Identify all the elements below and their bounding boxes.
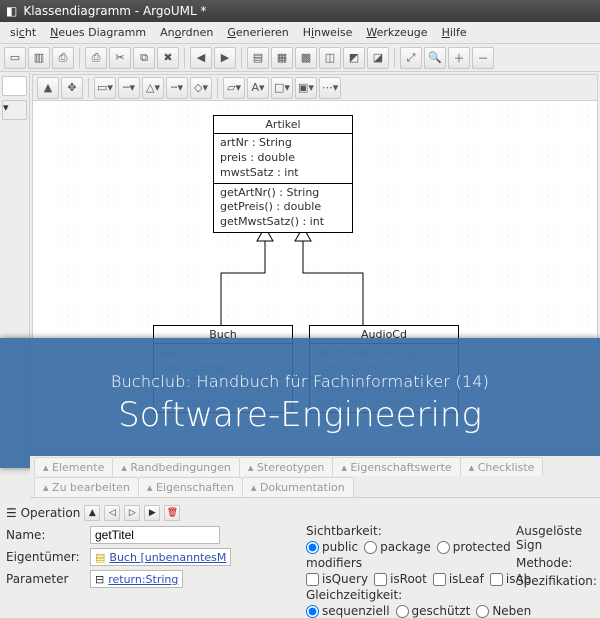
tab-zu-bearbeiten[interactable]: ▴ Zu bearbeiten xyxy=(34,477,139,497)
name-label: Name: xyxy=(6,528,86,542)
tool-gen-icon[interactable]: △▾ xyxy=(142,77,164,99)
spec-label: Spezifikation: xyxy=(516,574,597,588)
operation-label: Operation xyxy=(21,506,81,520)
parameter-label: Parameter xyxy=(6,572,86,586)
radio-prot[interactable]: geschützt xyxy=(396,604,471,618)
delete-icon[interactable]: 🗑 xyxy=(164,505,180,521)
tab-stereotypen[interactable]: ▴ Stereotypen xyxy=(239,457,333,477)
uml-class-ops: getArtNr() : String getPreis() : double … xyxy=(214,184,352,233)
owner-field[interactable]: ▤ Buch [unbenanntesM xyxy=(90,548,231,566)
tool-box-icon[interactable]: □▾ xyxy=(271,77,293,99)
lower-tabs-1: ▴ Elemente ▴ Randbedingungen ▴ Stereotyp… xyxy=(30,456,600,478)
nav-up-icon[interactable]: ▲ xyxy=(84,505,100,521)
tab-eigenschaftswerte[interactable]: ▴ Eigenschaftswerte xyxy=(332,457,460,477)
tb-diag6-icon[interactable]: ◪ xyxy=(367,47,389,69)
visibility-group: public package protected xyxy=(306,540,531,554)
menu-anordnen[interactable]: Anordnen xyxy=(154,24,219,41)
owner-label: Eigentümer: xyxy=(6,550,86,564)
tb-copy-icon[interactable]: ⧉ xyxy=(133,47,155,69)
nav-go-icon[interactable]: ▶ xyxy=(144,505,160,521)
main-toolbar: ▭ ▥ ⎙ ⎙ ✂ ⧉ ✖ ◀ ▶ ▤ ▦ ▩ ◫ ◩ ◪ ⤢ 🔍 ＋ － xyxy=(0,44,600,72)
overlay-banner: Buchclub: Handbuch für Fachinformatiker … xyxy=(0,338,600,468)
tb-diag4-icon[interactable]: ◫ xyxy=(319,47,341,69)
tool-text-icon[interactable]: A▾ xyxy=(247,77,269,99)
visibility-label: Sichtbarkeit: xyxy=(306,524,382,538)
menubar: sicht Neues Diagramm Anordnen Generieren… xyxy=(0,22,600,44)
tb-diag5-icon[interactable]: ◩ xyxy=(343,47,365,69)
tab-dokumentation[interactable]: ▴ Dokumentation xyxy=(242,477,354,497)
tb-new-icon[interactable]: ▭ xyxy=(4,47,26,69)
tb-zoomout-icon[interactable]: － xyxy=(472,47,494,69)
tb-print-icon[interactable]: ⎙ xyxy=(85,47,107,69)
tool-assoc-icon[interactable]: ─▾ xyxy=(118,77,140,99)
chk-isquery[interactable]: isQuery xyxy=(306,572,368,586)
tb-open-icon[interactable]: ▥ xyxy=(28,47,50,69)
menu-generieren[interactable]: Generieren xyxy=(221,24,294,41)
tool-realize-icon[interactable]: ◇▾ xyxy=(190,77,212,99)
menu-neues-diagramm[interactable]: Neues Diagramm xyxy=(44,24,152,41)
chk-isroot[interactable]: isRoot xyxy=(374,572,427,586)
method-label: Methode: xyxy=(516,556,597,570)
parameter-field[interactable]: ⊟ return:String xyxy=(90,570,183,588)
uml-class-name: Artikel xyxy=(214,116,352,134)
raised-signal-label: Ausgelöste Sign xyxy=(516,524,597,552)
lower-tabs-2: ▴ Zu bearbeiten ▴ Eigenschaften ▴ Dokume… xyxy=(30,476,600,498)
nav-prev-icon[interactable]: ◁ xyxy=(104,505,120,521)
tb-cut-icon[interactable]: ✂ xyxy=(109,47,131,69)
window-title: Klassendiagramm - ArgoUML * xyxy=(23,4,206,18)
tool-dep-icon[interactable]: ╌▾ xyxy=(166,77,188,99)
side-slot[interactable]: ▾ xyxy=(2,100,27,120)
tb-find-icon[interactable]: 🔍 xyxy=(424,47,446,69)
tb-diag2-icon[interactable]: ▦ xyxy=(271,47,293,69)
tab-elemente[interactable]: ▴ Elemente xyxy=(34,457,113,477)
menu-sicht[interactable]: sicht xyxy=(4,24,42,41)
menu-werkzeuge[interactable]: Werkzeuge xyxy=(360,24,433,41)
radio-seq[interactable]: sequenziell xyxy=(306,604,390,618)
uml-class-artikel[interactable]: Artikel artNr : String preis : double mw… xyxy=(213,115,353,233)
tb-zoomfit-icon[interactable]: ⤢ xyxy=(400,47,422,69)
radio-protected[interactable]: protected xyxy=(437,540,511,554)
class-icon: ▤ xyxy=(95,551,105,564)
param-icon: ⊟ xyxy=(95,573,104,586)
concurrency-group: sequenziell geschützt Neben xyxy=(306,604,531,618)
tb-diag3-icon[interactable]: ▩ xyxy=(295,47,317,69)
nav-next-icon[interactable]: ▷ xyxy=(124,505,140,521)
tab-eigenschaften[interactable]: ▴ Eigenschaften xyxy=(138,477,243,497)
tb-nav-back-icon[interactable]: ◀ xyxy=(190,47,212,69)
tool-select-icon[interactable]: ▲ xyxy=(37,77,59,99)
tb-delete-icon[interactable]: ✖ xyxy=(157,47,179,69)
modifiers-label: modifiers xyxy=(306,556,362,570)
tb-zoomin-icon[interactable]: ＋ xyxy=(448,47,470,69)
radio-package[interactable]: package xyxy=(364,540,431,554)
tool-pkg-icon[interactable]: ▣▾ xyxy=(295,77,317,99)
overlay-subtitle: Buchclub: Handbuch für Fachinformatiker … xyxy=(111,372,489,391)
tb-nav-fwd-icon[interactable]: ▶ xyxy=(214,47,236,69)
tab-checkliste[interactable]: ▴ Checkliste xyxy=(460,457,544,477)
name-input[interactable] xyxy=(90,526,220,544)
properties-panel: ☰ Operation ▲ ◁ ▷ ▶ 🗑 Name: Eigentümer: … xyxy=(0,498,600,600)
tool-note-icon[interactable]: ▱▾ xyxy=(223,77,245,99)
menu-hinweise[interactable]: Hinweise xyxy=(297,24,359,41)
app-icon: ◧ xyxy=(6,4,17,18)
diagram-toolbar: ▲ ✥ ▭▾ ─▾ △▾ ╌▾ ◇▾ ▱▾ A▾ □▾ ▣▾ ⋯▾ xyxy=(33,75,597,101)
side-slot[interactable] xyxy=(2,76,27,96)
tool-more-icon[interactable]: ⋯▾ xyxy=(319,77,341,99)
tool-move-icon[interactable]: ✥ xyxy=(61,77,83,99)
uml-class-attrs: artNr : String preis : double mwstSatz :… xyxy=(214,134,352,184)
overlay-title: Software-Engineering xyxy=(118,395,482,435)
radio-public[interactable]: public xyxy=(306,540,358,554)
tool-class-icon[interactable]: ▭▾ xyxy=(94,77,116,99)
modifiers-group: isQuery isRoot isLeaf isAb xyxy=(306,572,531,586)
chk-isleaf[interactable]: isLeaf xyxy=(433,572,484,586)
tb-save-icon[interactable]: ⎙ xyxy=(52,47,74,69)
tb-diag1-icon[interactable]: ▤ xyxy=(247,47,269,69)
radio-neben[interactable]: Neben xyxy=(476,604,531,618)
window-titlebar: ◧ Klassendiagramm - ArgoUML * xyxy=(0,0,600,22)
menu-hilfe[interactable]: Hilfe xyxy=(436,24,473,41)
tab-randbedingungen[interactable]: ▴ Randbedingungen xyxy=(112,457,240,477)
